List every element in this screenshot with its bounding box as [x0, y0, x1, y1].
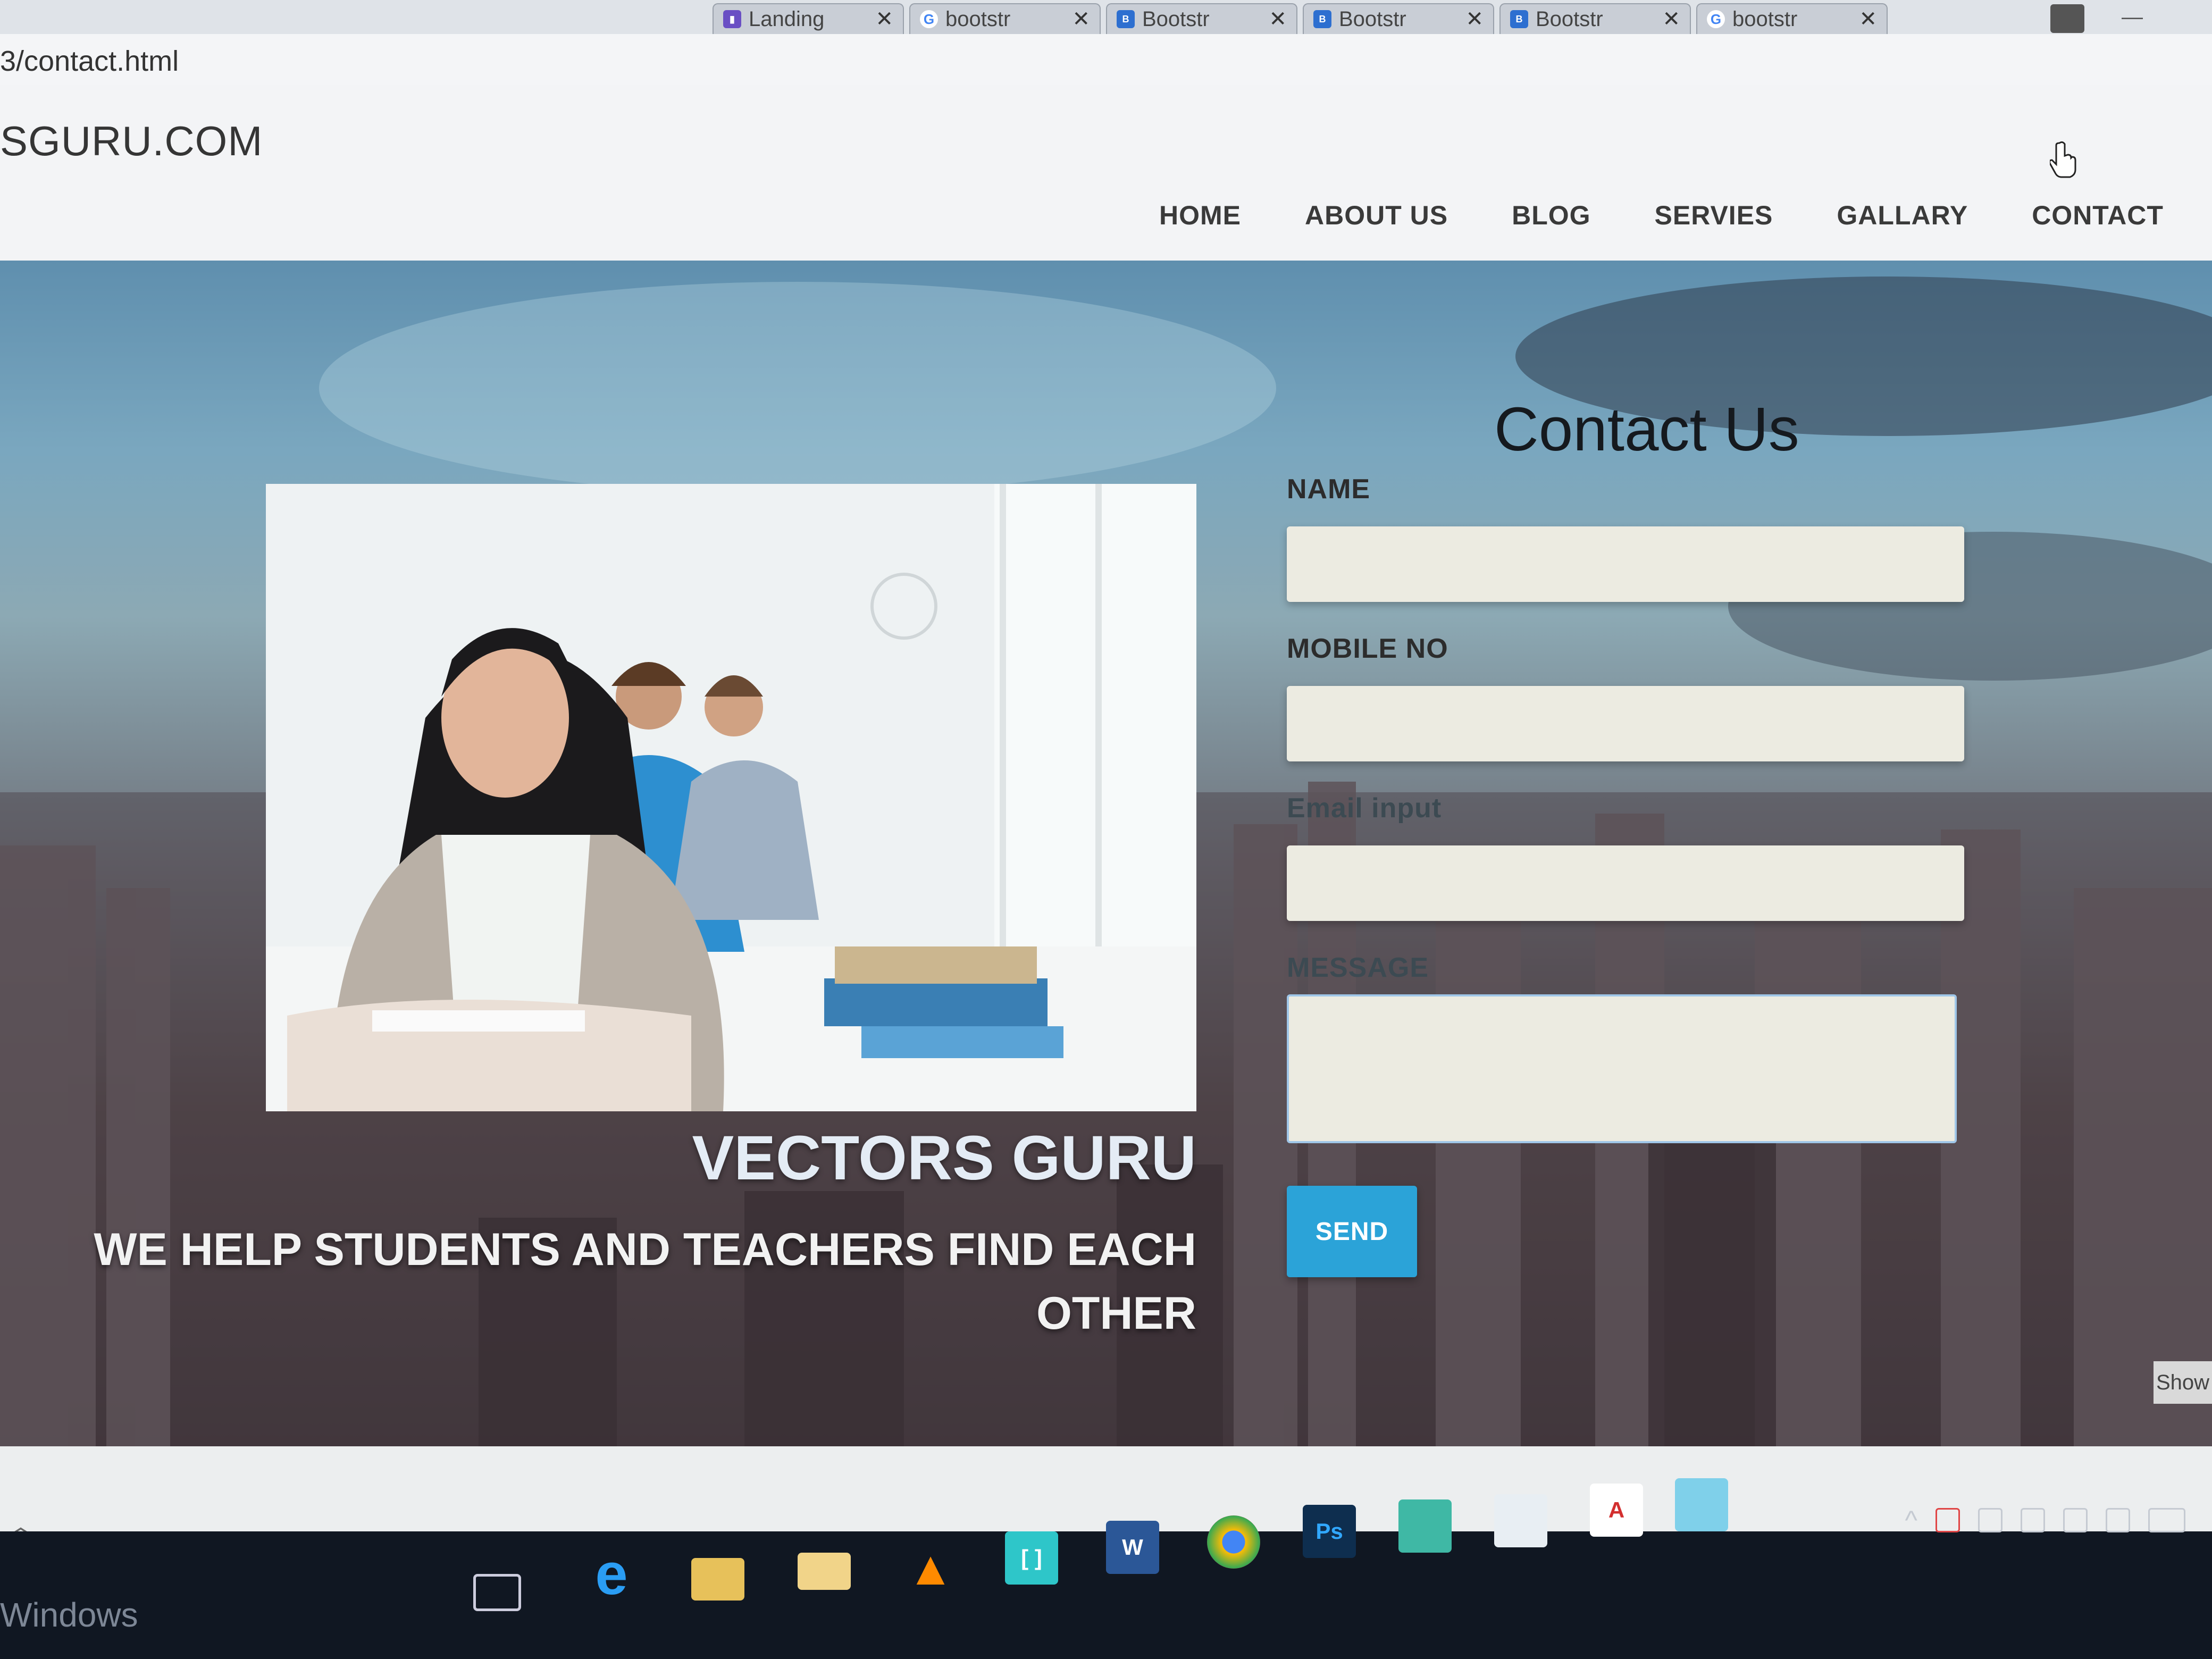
hand-cursor-icon — [2050, 141, 2076, 178]
tab-title: bootstr — [1732, 7, 1798, 31]
photoshop-icon[interactable]: Ps — [1303, 1505, 1356, 1558]
bootstrap-icon: B — [1117, 10, 1135, 28]
folder-icon[interactable] — [798, 1553, 851, 1590]
message-field[interactable] — [1287, 994, 1957, 1143]
close-icon[interactable]: ✕ — [875, 7, 893, 31]
close-icon[interactable]: ✕ — [1859, 7, 1877, 31]
address-bar[interactable]: 3/contact.html — [0, 34, 2212, 86]
network-icon[interactable] — [2021, 1508, 2045, 1532]
mobile-label: MOBILE NO — [1287, 633, 1448, 664]
tab-title: Bootstr — [1536, 7, 1603, 31]
tab-title: Bootstr — [1339, 7, 1406, 31]
hero-subtitle: WE HELP STUDENTS AND TEACHERS FIND EACH … — [94, 1224, 1196, 1339]
browser-tab[interactable]: B Bootstr ✕ — [1499, 3, 1691, 34]
word-icon[interactable]: W — [1106, 1521, 1159, 1574]
windows-label: Windows — [0, 1596, 138, 1634]
nav-services[interactable]: SERVIES — [1655, 200, 1773, 231]
send-button[interactable]: SEND — [1287, 1186, 1417, 1277]
app-icon[interactable] — [1398, 1499, 1452, 1553]
nav-home[interactable]: HOME — [1159, 200, 1241, 231]
browser-tab[interactable]: B Bootstr ✕ — [1106, 3, 1297, 34]
name-label: NAME — [1287, 474, 1371, 505]
battery-icon[interactable] — [1978, 1508, 2002, 1532]
student-photo — [266, 484, 1196, 1111]
email-label: Email input — [1287, 793, 1442, 824]
nav-blog[interactable]: BLOG — [1512, 200, 1590, 231]
tab-title: bootstr — [945, 7, 1011, 31]
notes-icon[interactable] — [1675, 1478, 1728, 1531]
file-explorer-icon[interactable] — [691, 1558, 744, 1601]
contact-title: Contact Us — [1494, 395, 1799, 464]
hero-section: VECTORS GURU WE HELP STUDENTS AND TEACHE… — [0, 261, 2212, 1446]
volume-icon[interactable] — [2063, 1508, 2088, 1532]
message-label: MESSAGE — [1287, 952, 1429, 983]
browser-tab[interactable]: ▮ Landing ✕ — [713, 3, 904, 34]
page-favicon-icon: ▮ — [723, 10, 741, 28]
tab-title: Landing — [749, 7, 825, 31]
close-icon[interactable]: ✕ — [1662, 7, 1680, 31]
name-field[interactable] — [1287, 526, 1964, 602]
mobile-field[interactable] — [1287, 686, 1964, 761]
browser-tab[interactable]: B Bootstr ✕ — [1303, 3, 1494, 34]
google-icon: G — [1707, 10, 1725, 28]
edge-icon[interactable]: e — [585, 1541, 638, 1607]
browser-tab[interactable]: G bootstr ✕ — [1696, 3, 1888, 34]
nav-gallery[interactable]: GALLARY — [1837, 200, 1968, 231]
acrobat-icon[interactable]: A — [1590, 1484, 1643, 1537]
tab-title: Bootstr — [1142, 7, 1210, 31]
page-footer-area — [0, 1446, 2212, 1531]
brackets-icon[interactable]: [ ] — [1005, 1531, 1058, 1585]
nav-contact[interactable]: CONTACT — [2032, 200, 2164, 231]
browser-tab[interactable]: G bootstr ✕ — [909, 3, 1101, 34]
email-field[interactable] — [1287, 845, 1964, 921]
hero-title: VECTORS GURU — [692, 1123, 1197, 1193]
nav-about-us[interactable]: ABOUT US — [1305, 200, 1448, 231]
close-icon[interactable]: ✕ — [1072, 7, 1090, 31]
security-icon[interactable] — [1936, 1508, 1960, 1532]
close-icon[interactable]: ✕ — [1465, 7, 1484, 31]
photos-icon[interactable] — [1494, 1494, 1547, 1547]
bootstrap-icon: B — [1313, 10, 1331, 28]
browser-chrome: ▮ Landing ✕ G bootstr ✕ B Bootstr ✕ B Bo… — [0, 0, 2212, 86]
site-header: SGURU.COM HOME ABOUT US BLOG SERVIES GAL… — [0, 85, 2212, 261]
url-text[interactable]: 3/contact.html — [0, 45, 179, 78]
show-button[interactable]: Show — [2154, 1361, 2212, 1404]
close-icon[interactable]: ✕ — [1269, 7, 1287, 31]
keyboard-icon[interactable] — [2148, 1508, 2185, 1532]
chevron-up-icon[interactable]: ^ — [1905, 1505, 1917, 1536]
main-nav: HOME ABOUT US BLOG SERVIES GALLARY CONTA… — [1159, 191, 2164, 239]
google-icon: G — [920, 10, 938, 28]
system-tray: ^ — [1905, 1505, 2185, 1536]
profile-icon[interactable] — [2050, 4, 2084, 33]
chrome-icon[interactable] — [1207, 1515, 1260, 1569]
notification-icon[interactable] — [2106, 1508, 2130, 1532]
tab-strip: ▮ Landing ✕ G bootstr ✕ B Bootstr ✕ B Bo… — [0, 0, 2212, 34]
vlc-icon[interactable]: ▲ — [904, 1542, 957, 1595]
task-view-icon[interactable] — [473, 1574, 521, 1611]
minimize-icon[interactable]: — — [2116, 5, 2148, 32]
site-logo[interactable]: SGURU.COM — [0, 117, 263, 165]
bootstrap-icon: B — [1510, 10, 1528, 28]
